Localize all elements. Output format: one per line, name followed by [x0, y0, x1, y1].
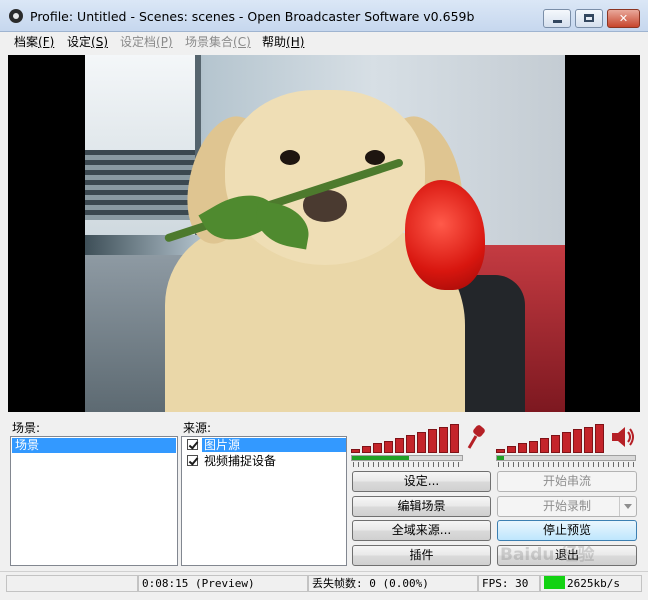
preview-image	[85, 55, 565, 412]
microphone-level-fill	[352, 456, 410, 460]
menu-profiles-key: (P)	[156, 35, 173, 49]
source-item-label: 图片源	[202, 438, 346, 452]
dog-right-eye	[365, 150, 385, 165]
dog-left-eye	[280, 150, 300, 165]
menu-help-label: 帮助	[262, 35, 287, 49]
microphone-icon[interactable]	[465, 424, 489, 452]
microphone-meter-bar	[395, 437, 404, 453]
menu-profiles[interactable]: 设定档(P)	[120, 33, 173, 50]
menu-settings[interactable]: 设定(S)	[67, 33, 108, 50]
sources-list[interactable]: 图片源 视频捕捉设备	[181, 436, 347, 566]
obs-logo-icon	[9, 9, 23, 23]
desktop-meter-bar	[529, 440, 538, 453]
speaker-icon[interactable]	[610, 425, 636, 449]
microphone-meter-bar	[439, 426, 448, 453]
menu-settings-label: 设定	[67, 35, 92, 49]
microphone-meter-bar	[428, 429, 437, 453]
exit-button[interactable]: 退出	[497, 545, 637, 566]
global-sources-button[interactable]: 全域来源...	[352, 520, 491, 541]
bitrate-indicator	[544, 576, 565, 589]
desktop-meter-bar	[584, 426, 593, 453]
menu-settings-key: (S)	[91, 35, 108, 49]
edit-scene-button[interactable]: 编辑场景	[352, 496, 491, 517]
microphone-meter-bar	[406, 435, 415, 453]
microphone-meter-bar	[450, 423, 459, 453]
microphone-meter-bar	[351, 449, 360, 453]
source-item-label: 视频捕捉设备	[204, 454, 277, 468]
status-time: 0:08:15 (Preview)	[138, 575, 308, 592]
chevron-down-icon[interactable]	[619, 497, 636, 516]
desktop-meter-bar	[562, 432, 571, 453]
status-bitrate-cell: 2625kb/s	[540, 575, 642, 592]
scenes-list[interactable]: 场景	[10, 436, 178, 566]
desktop-level-fill	[497, 456, 504, 460]
menu-profiles-label: 设定档	[120, 35, 157, 49]
scenes-label: 场景:	[12, 421, 41, 435]
microphone-meter-bar	[373, 443, 382, 453]
start-recording-label: 开始录制	[542, 499, 591, 513]
scene-item[interactable]: 场景	[12, 438, 176, 453]
rose-flower	[405, 180, 485, 290]
desktop-meter-bar	[540, 437, 549, 453]
menu-scene-collection-label: 场景集合	[185, 35, 234, 49]
desktop-volume-meter[interactable]	[496, 423, 606, 453]
desktop-meter-bar	[507, 446, 516, 453]
scene-item-label: 场景	[15, 438, 40, 452]
window-title: Profile: Untitled - Scenes: scenes - Ope…	[30, 9, 475, 24]
close-button[interactable]: ✕	[607, 9, 640, 28]
preview-window-bars	[85, 150, 195, 220]
menu-help[interactable]: 帮助(H)	[262, 33, 304, 50]
menu-scene-collection-key: (C)	[233, 35, 251, 49]
desktop-meter-bar	[518, 443, 527, 453]
microphone-meter-bar	[384, 440, 393, 453]
status-fps: FPS: 30	[478, 575, 540, 592]
source-item-video-capture[interactable]: 视频捕捉设备	[183, 454, 345, 469]
start-recording-button[interactable]: 开始录制	[497, 496, 637, 517]
desktop-meter-bar	[551, 435, 560, 453]
settings-button[interactable]: 设定...	[352, 471, 491, 492]
microphone-volume-meter[interactable]	[351, 423, 461, 453]
microphone-ticks	[353, 462, 463, 467]
source-checkbox-image[interactable]	[187, 439, 198, 450]
menu-file[interactable]: 档案(F)	[14, 33, 54, 50]
source-checkbox-video-capture[interactable]	[187, 455, 198, 466]
sources-label: 来源:	[183, 421, 212, 435]
close-icon: ✕	[618, 12, 629, 25]
start-stream-button[interactable]: 开始串流	[497, 471, 637, 492]
menu-file-key: (F)	[38, 35, 55, 49]
desktop-meter-bar	[573, 429, 582, 453]
maximize-button[interactable]	[575, 9, 603, 28]
menu-file-label: 档案	[14, 35, 39, 49]
minimize-button[interactable]	[543, 9, 571, 28]
minimize-icon	[553, 20, 562, 23]
desktop-level-bar	[496, 455, 636, 461]
status-bitrate: 2625kb/s	[567, 577, 620, 590]
preview-area[interactable]	[8, 55, 640, 412]
microphone-level-bar	[351, 455, 463, 461]
desktop-meter-bar	[595, 423, 604, 453]
status-bar: 0:08:15 (Preview) 丢失帧数: 0 (0.00%) FPS: 3…	[0, 571, 648, 594]
title-bar[interactable]: Profile: Untitled - Scenes: scenes - Ope…	[0, 0, 648, 32]
source-item-image[interactable]: 图片源	[183, 438, 346, 453]
menu-scene-collection[interactable]: 场景集合(C)	[185, 33, 251, 50]
stop-preview-button[interactable]: 停止预览	[497, 520, 637, 541]
status-empty-cell	[6, 575, 138, 592]
dog-head	[225, 90, 425, 265]
desktop-meter-bar	[496, 449, 505, 453]
microphone-meter-bar	[417, 432, 426, 453]
menu-help-key: (H)	[286, 35, 305, 49]
maximize-icon	[584, 14, 594, 22]
menu-bar: 档案(F) 设定(S) 设定档(P) 场景集合(C) 帮助(H)	[0, 32, 648, 50]
desktop-ticks	[498, 462, 636, 467]
status-dropped-frames: 丢失帧数: 0 (0.00%)	[308, 575, 478, 592]
plugins-button[interactable]: 插件	[352, 545, 491, 566]
microphone-meter-bar	[362, 446, 371, 453]
